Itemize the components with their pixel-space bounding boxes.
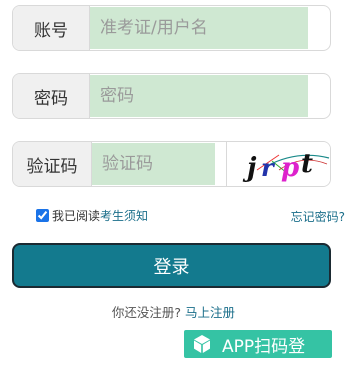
svg-text:r: r	[261, 153, 276, 182]
captcha-field: 验证码 j r p t	[12, 141, 331, 187]
forgot-password-link[interactable]: 忘记密码?	[291, 208, 345, 225]
account-field: 账号	[12, 5, 331, 51]
agreement-prefix: 我已阅读	[52, 209, 101, 223]
password-label: 密码	[13, 74, 90, 118]
captcha-image[interactable]: j r p t	[226, 142, 330, 186]
svg-text:t: t	[301, 149, 313, 179]
password-input[interactable]	[90, 75, 308, 117]
register-prompt: 你还没注册?	[111, 305, 182, 320]
app-scan-login-label: APP扫码登	[222, 336, 306, 357]
account-input[interactable]	[90, 7, 308, 49]
login-button[interactable]: 登录	[12, 243, 331, 288]
register-row: 你还没注册? 马上注册	[0, 302, 347, 321]
captcha-graphic: j r p t	[242, 149, 330, 183]
account-label: 账号	[13, 6, 90, 50]
login-form: 账号 密码 验证码 j r p t 我已阅读考生须知 忘记密码? 登录 你还没	[0, 0, 347, 365]
svg-text:p: p	[281, 153, 299, 183]
captcha-input[interactable]	[92, 143, 215, 185]
password-field: 密码	[12, 73, 331, 119]
agreement-row: 我已阅读 考生须知	[36, 207, 148, 224]
app-scan-login-button[interactable]: APP扫码登	[184, 330, 332, 358]
notice-link[interactable]: 考生须知	[100, 207, 148, 224]
register-link[interactable]: 马上注册	[185, 305, 235, 320]
agreement-checkbox[interactable]	[36, 209, 49, 222]
svg-text:j: j	[242, 153, 257, 183]
captcha-label: 验证码	[13, 142, 92, 186]
cube-icon	[192, 334, 212, 354]
